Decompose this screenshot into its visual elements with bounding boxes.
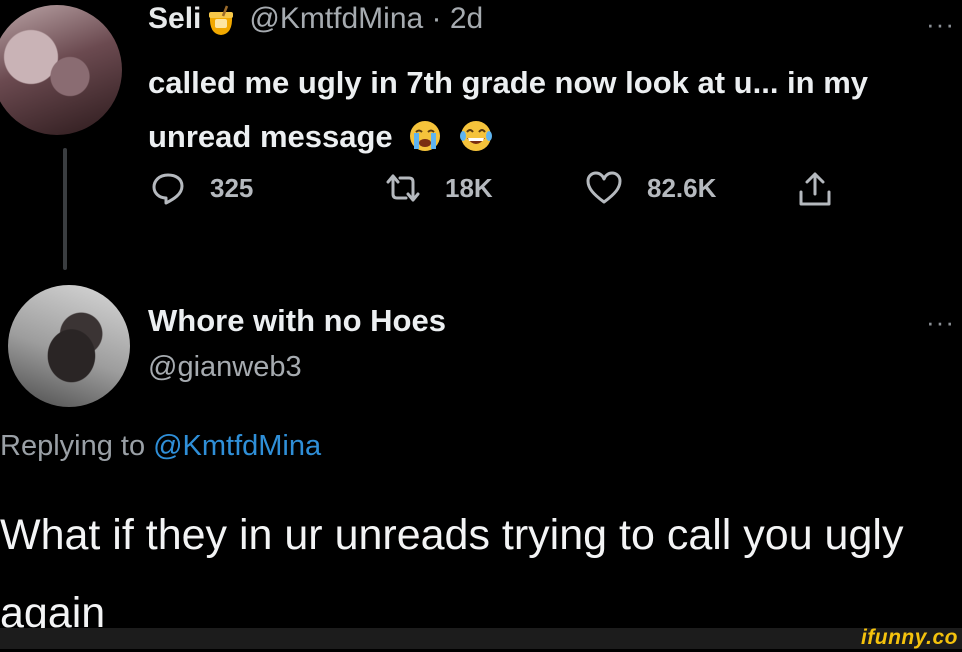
share-icon: [799, 172, 831, 206]
replying-to-line: Replying to @KmtfdMina: [0, 430, 321, 463]
ifunny-watermark: ifunny.co: [860, 626, 958, 649]
heart-icon: [586, 171, 622, 204]
honey-pot-icon: [205, 4, 237, 38]
retweet-action[interactable]: 18K: [385, 170, 493, 206]
retweet-icon: [386, 174, 420, 202]
tweet1-handle-time[interactable]: @KmtfdMina · 2d: [249, 2, 483, 36]
replying-to-mention[interactable]: @KmtfdMina: [153, 430, 321, 462]
tweet1-display-name[interactable]: Seli: [148, 2, 201, 36]
like-count: 82.6K: [647, 172, 717, 203]
tweet1-text-body: called me ugly in 7th grade now look at …: [148, 65, 869, 154]
retweet-count: 18K: [445, 172, 493, 203]
avatar-seli[interactable]: [0, 5, 122, 135]
tweet2-display-name[interactable]: Whore with no Hoes: [148, 303, 446, 339]
tears-of-joy-face-icon: [458, 116, 494, 151]
tweet1-more-icon[interactable]: ···: [926, 11, 955, 37]
reply-count: 325: [210, 172, 254, 203]
tweet2-more-icon[interactable]: ···: [926, 309, 955, 335]
tweet1-text: called me ugly in 7th grade now look at …: [148, 56, 948, 164]
loudly-crying-face-icon: [407, 116, 443, 151]
thread-connector-line: [63, 148, 67, 270]
tweet1-header: Seli @KmtfdMina · 2d: [148, 2, 483, 36]
tweet2-handle[interactable]: @gianweb3: [148, 351, 302, 384]
replying-to-label: Replying to: [0, 430, 146, 462]
watermark-bar: [0, 628, 962, 649]
reply-action[interactable]: 325: [150, 170, 253, 206]
reply-icon: [152, 173, 184, 205]
share-action[interactable]: [797, 170, 857, 208]
avatar-gianweb3[interactable]: [8, 285, 130, 407]
like-action[interactable]: 82.6K: [585, 170, 716, 206]
